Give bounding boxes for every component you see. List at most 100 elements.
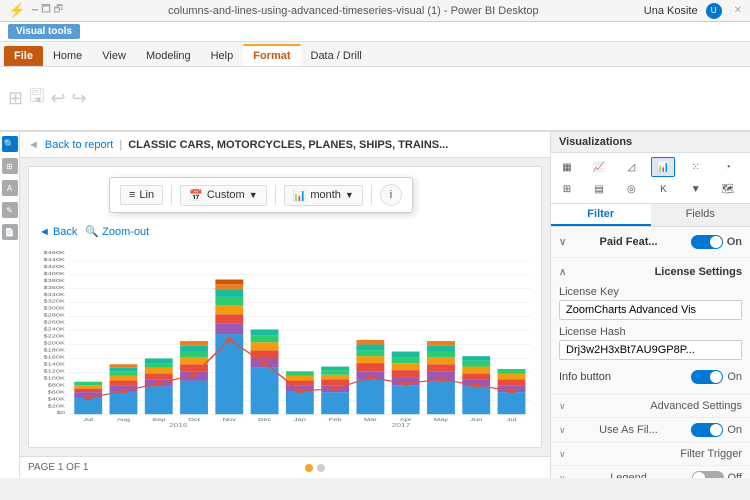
use-as-filter-toggle-label: On <box>727 424 742 436</box>
svg-text:$400K: $400K <box>44 271 66 276</box>
viz-icon-pie[interactable]: ◔ <box>716 157 740 177</box>
license-hash-input[interactable] <box>559 340 742 360</box>
calendar-icon: 📅 <box>189 189 203 202</box>
svg-text:May: May <box>434 417 449 422</box>
filter-trigger-section[interactable]: ∨ Filter Trigger <box>551 443 750 466</box>
viz-icon-scatter[interactable]: ⁙ <box>684 157 708 177</box>
right-panel: Visualizations ▦ 📈 ◿ 📊 ⁙ ◔ ⊞ ▤ ◎ K ▼ 🗺 F… <box>550 132 750 478</box>
tab-data-drill[interactable]: Data / Drill <box>301 46 372 66</box>
info-button-thumb <box>710 371 722 383</box>
svg-text:$140K: $140K <box>44 362 66 367</box>
back-arrow[interactable]: ◄ <box>28 139 39 151</box>
svg-text:$320K: $320K <box>44 299 66 304</box>
paid-features-header[interactable]: ∨ Paid Feat... On <box>559 233 742 251</box>
viz-icon-slicer[interactable]: ▼ <box>684 179 708 199</box>
paid-features-section: ∨ Paid Feat... On <box>551 227 750 258</box>
advanced-settings-chevron: ∨ <box>559 401 566 412</box>
title-bar: ⚡ 🗕 🗖 🗗 columns-and-lines-using-advanced… <box>0 0 750 22</box>
username-label: Una Kosite <box>644 5 698 17</box>
viz-icon-kpi[interactable]: K <box>651 179 675 199</box>
bar-icon: 📊 <box>293 189 307 202</box>
info-button-row: Info button On <box>559 366 742 388</box>
tab-home[interactable]: Home <box>43 46 92 66</box>
use-as-filter-thumb <box>710 424 722 436</box>
floating-toolbar: ≡ Lin 📅 Custom ▼ 📊 month ▼ i <box>109 177 413 213</box>
viz-icons-grid: ▦ 📈 ◿ 📊 ⁙ ◔ ⊞ ▤ ◎ K ▼ 🗺 <box>551 153 750 203</box>
viz-icon-line[interactable]: 📈 <box>587 157 611 177</box>
svg-text:Feb: Feb <box>329 417 342 422</box>
viz-icon-area[interactable]: ◿ <box>619 157 643 177</box>
info-button-label: Info button <box>559 371 611 383</box>
chart-zoom-btn[interactable]: 🔍 Zoom-out <box>85 225 149 238</box>
legend-toggle[interactable]: Off <box>692 471 742 478</box>
page-dot-1[interactable] <box>305 464 313 472</box>
svg-text:$380K: $380K <box>44 278 66 283</box>
use-as-filter-toggle[interactable]: On <box>691 423 742 437</box>
license-key-input[interactable] <box>559 300 742 320</box>
chart-back-btn[interactable]: ◄ Back <box>39 226 77 238</box>
ribbon-icon-3: ↩ <box>50 88 65 109</box>
sidebar-icon-3[interactable]: ✎ <box>2 202 18 218</box>
visualizations-title: Visualizations <box>551 132 750 153</box>
month-button[interactable]: 📊 month ▼ <box>284 185 363 206</box>
tab-view[interactable]: View <box>92 46 136 66</box>
tab-file[interactable]: File <box>4 46 43 66</box>
custom-label: Custom <box>207 189 245 201</box>
filter-trigger-chevron: ∨ <box>559 449 566 460</box>
viz-icon-bar[interactable]: ▦ <box>555 157 579 177</box>
legend-track[interactable] <box>692 471 724 478</box>
paid-features-track[interactable] <box>691 235 723 249</box>
paid-features-toggle[interactable]: On <box>691 235 742 249</box>
ribbon-icon-2: 🖫 <box>29 84 44 114</box>
license-settings-title: License Settings <box>655 266 742 278</box>
tab-modeling[interactable]: Modeling <box>136 46 201 66</box>
tab-format[interactable]: Format <box>243 44 300 66</box>
sidebar-icon-1[interactable]: ⊞ <box>2 158 18 174</box>
viz-icon-combo[interactable]: 📊 <box>651 157 675 177</box>
svg-text:$340K: $340K <box>44 292 66 297</box>
breadcrumb-separator: | <box>119 139 122 151</box>
info-button-toggle[interactable]: On <box>691 370 742 384</box>
svg-text:$460K: $460K <box>44 250 66 255</box>
license-key-label: License Key <box>559 286 742 298</box>
info-button[interactable]: i <box>380 184 402 206</box>
win-close-btn[interactable]: ✕ <box>734 5 742 16</box>
list-icon: ≡ <box>129 189 135 201</box>
viz-icon-gauge[interactable]: ◎ <box>619 179 643 199</box>
use-as-filter-track[interactable] <box>691 423 723 437</box>
svg-text:$0: $0 <box>57 410 66 415</box>
license-settings-chevron: ∧ <box>559 267 566 278</box>
legend-label: Legend <box>610 472 647 478</box>
tab-fields[interactable]: Fields <box>651 204 750 226</box>
left-sidebar: 🔍 ⊞ A ✎ 📄 <box>0 132 20 478</box>
back-to-report-link[interactable]: Back to report <box>45 139 113 151</box>
advanced-settings-section[interactable]: ∨ Advanced Settings <box>551 395 750 418</box>
legend-toggle-label: Off <box>728 472 742 478</box>
page-dot-2[interactable] <box>317 464 325 472</box>
user-avatar[interactable]: U <box>706 3 722 19</box>
breadcrumb-bar: ◄ Back to report | CLASSIC CARS, MOTORCY… <box>20 132 550 158</box>
svg-text:Dec: Dec <box>258 417 271 422</box>
sidebar-icon-2[interactable]: A <box>2 180 18 196</box>
viz-icon-map[interactable]: 🗺 <box>716 179 740 199</box>
app-icon: ⚡ <box>8 2 25 19</box>
license-settings-section: ∧ License Settings License Key License H… <box>551 258 750 395</box>
sidebar-icon-search[interactable]: 🔍 <box>2 136 18 152</box>
legend-section: ∨ Legend Off <box>551 466 750 478</box>
use-as-filter-chevron: ∨ <box>559 425 566 436</box>
svg-text:$440K: $440K <box>44 257 66 262</box>
license-settings-header[interactable]: ∧ License Settings <box>559 264 742 280</box>
paid-features-label: Paid Feat... <box>599 236 657 248</box>
lin-button[interactable]: ≡ Lin <box>120 185 163 205</box>
info-button-track[interactable] <box>691 370 723 384</box>
sidebar-icon-4[interactable]: 📄 <box>2 224 18 240</box>
paid-features-toggle-label: On <box>727 236 742 248</box>
viz-icon-matrix[interactable]: ▤ <box>587 179 611 199</box>
breadcrumb-path: CLASSIC CARS, MOTORCYCLES, PLANES, SHIPS… <box>128 139 448 151</box>
svg-text:$100K: $100K <box>44 376 66 381</box>
viz-icon-table[interactable]: ⊞ <box>555 179 579 199</box>
tab-help[interactable]: Help <box>201 46 244 66</box>
svg-text:$40K: $40K <box>48 397 66 402</box>
tab-filter[interactable]: Filter <box>551 204 651 226</box>
custom-button[interactable]: 📅 Custom ▼ <box>180 185 267 206</box>
